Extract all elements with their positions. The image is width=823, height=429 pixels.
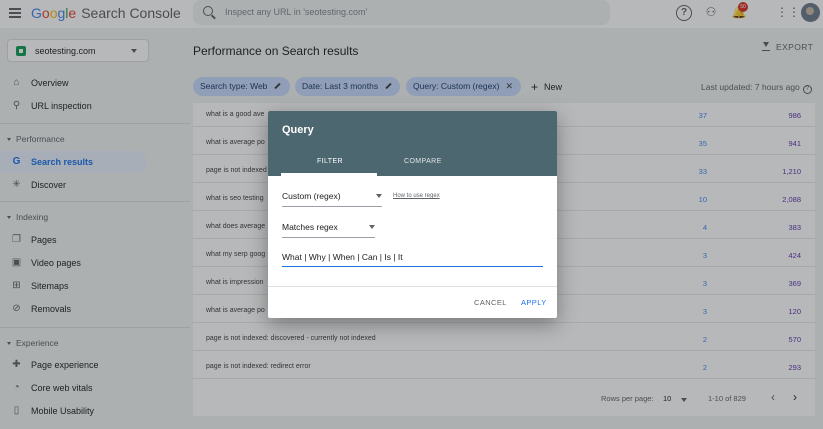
chevron-down-icon bbox=[376, 194, 382, 198]
match-mode-select[interactable]: Matches regex bbox=[282, 218, 375, 238]
query-filter-dialog: Query FILTER COMPARE Custom (regex) How … bbox=[268, 111, 557, 318]
tab-filter[interactable]: FILTER bbox=[317, 158, 343, 165]
tab-compare[interactable]: COMPARE bbox=[404, 158, 442, 165]
cancel-button[interactable]: CANCEL bbox=[474, 298, 507, 307]
filter-type-select[interactable]: Custom (regex) bbox=[282, 187, 382, 207]
apply-button[interactable]: APPLY bbox=[521, 298, 547, 307]
divider bbox=[268, 286, 557, 287]
active-tab-indicator bbox=[281, 173, 377, 176]
regex-input[interactable]: What | Why | When | Can | Is | It bbox=[282, 249, 543, 267]
how-to-use-regex-link[interactable]: How to use regex bbox=[393, 193, 440, 199]
dialog-title: Query bbox=[282, 124, 314, 136]
dialog-header: Query FILTER COMPARE bbox=[268, 111, 557, 176]
chevron-down-icon bbox=[369, 225, 375, 229]
